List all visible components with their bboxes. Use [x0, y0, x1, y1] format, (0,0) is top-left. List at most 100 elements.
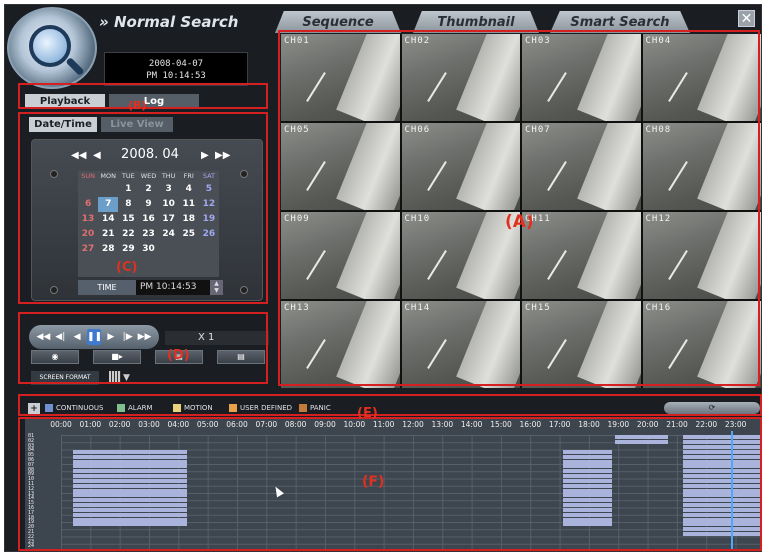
- recording-segment[interactable]: [682, 440, 761, 445]
- calendar-day[interactable]: 5: [199, 182, 219, 197]
- channel-cell[interactable]: CH07: [522, 123, 641, 210]
- channel-cell[interactable]: CH16: [642, 301, 761, 388]
- calendar-day[interactable]: 4: [179, 182, 199, 197]
- grid-layout-icon[interactable]: [109, 371, 121, 384]
- recording-segment[interactable]: [682, 454, 761, 459]
- calendar-day[interactable]: 1: [118, 182, 138, 197]
- recording-segment[interactable]: [682, 512, 761, 517]
- calendar-day[interactable]: 7: [98, 197, 119, 212]
- calendar-day[interactable]: 23: [138, 227, 158, 242]
- recording-segment[interactable]: [562, 498, 613, 503]
- tab-playback[interactable]: Playback: [25, 94, 105, 109]
- channel-cell[interactable]: CH02: [401, 34, 520, 121]
- calendar-day[interactable]: 11: [179, 197, 199, 212]
- recording-segment[interactable]: [562, 449, 613, 454]
- rewind-icon[interactable]: ◀: [70, 329, 84, 345]
- channel-cell[interactable]: CH15: [522, 301, 641, 388]
- recording-segment[interactable]: [615, 440, 669, 445]
- channel-cell[interactable]: CH04: [642, 34, 761, 121]
- close-button[interactable]: ✕: [738, 10, 755, 27]
- step-forward-icon[interactable]: |▶: [121, 329, 135, 345]
- tab-log[interactable]: Log: [109, 94, 199, 109]
- refresh-button[interactable]: ⟳: [664, 402, 760, 414]
- legend-item[interactable]: USER DEFINED: [229, 400, 292, 416]
- recording-segment[interactable]: [682, 507, 761, 512]
- calendar-day[interactable]: 19: [199, 212, 219, 227]
- tab-thumbnail[interactable]: Thumbnail: [413, 11, 539, 33]
- calendar-day[interactable]: 30: [138, 242, 158, 257]
- recording-segment[interactable]: [562, 522, 613, 527]
- prev-month-icon[interactable]: ◀: [93, 149, 101, 163]
- calendar-day[interactable]: 9: [138, 197, 158, 212]
- calendar-day[interactable]: 2: [138, 182, 158, 197]
- legend-item[interactable]: CONTINUOUS: [45, 400, 103, 416]
- recording-segment[interactable]: [562, 459, 613, 464]
- recording-segment[interactable]: [682, 464, 761, 469]
- recording-segment[interactable]: [562, 512, 613, 517]
- play-icon[interactable]: ▶: [104, 329, 118, 345]
- pause-icon[interactable]: ❚❚: [86, 329, 102, 345]
- channel-cell[interactable]: CH13: [281, 301, 400, 388]
- recording-segment[interactable]: [615, 435, 669, 440]
- last-month-icon[interactable]: ▶▶: [215, 149, 230, 163]
- calendar-day[interactable]: 28: [98, 242, 118, 257]
- recording-segment[interactable]: [562, 488, 613, 493]
- step-back-icon[interactable]: ◀|: [53, 329, 67, 345]
- calendar-day[interactable]: 14: [98, 212, 118, 227]
- calendar-day[interactable]: 6: [78, 197, 98, 212]
- recording-segment[interactable]: [562, 464, 613, 469]
- calendar-day[interactable]: 21: [98, 227, 118, 242]
- time-input[interactable]: PM 10:14:53: [136, 280, 210, 295]
- calendar-day[interactable]: 8: [118, 197, 138, 212]
- calendar-day[interactable]: 16: [138, 212, 158, 227]
- legend-item[interactable]: ALARM: [117, 400, 153, 416]
- calendar-day[interactable]: 22: [118, 227, 138, 242]
- calendar-day[interactable]: 18: [179, 212, 199, 227]
- calendar-day[interactable]: 15: [118, 212, 138, 227]
- channel-cell[interactable]: CH10: [401, 212, 520, 299]
- recording-segment[interactable]: [72, 483, 188, 488]
- timeline-tracks[interactable]: [61, 435, 761, 551]
- time-spinner[interactable]: ▲ ▼: [210, 280, 223, 295]
- export-button[interactable]: ■▸: [93, 350, 141, 364]
- recording-segment[interactable]: [682, 522, 761, 527]
- calendar-day[interactable]: 27: [78, 242, 98, 257]
- calendar-day[interactable]: 3: [159, 182, 179, 197]
- recording-segment[interactable]: [562, 507, 613, 512]
- recording-segment[interactable]: [72, 517, 188, 522]
- recording-segment[interactable]: [72, 459, 188, 464]
- fast-forward-icon[interactable]: ▶▶: [137, 329, 152, 345]
- tab-smart-search[interactable]: Smart Search: [550, 11, 690, 33]
- recording-segment[interactable]: [682, 483, 761, 488]
- first-month-icon[interactable]: ◀◀: [71, 149, 86, 163]
- recording-segment[interactable]: [682, 498, 761, 503]
- recording-segment[interactable]: [682, 469, 761, 474]
- recording-segment[interactable]: [72, 503, 188, 508]
- recording-segment[interactable]: [72, 512, 188, 517]
- recording-segment[interactable]: [682, 527, 761, 532]
- recording-segment[interactable]: [682, 517, 761, 522]
- recording-segment[interactable]: [562, 454, 613, 459]
- recording-segment[interactable]: [72, 469, 188, 474]
- channel-cell[interactable]: CH01: [281, 34, 400, 121]
- recording-segment[interactable]: [682, 435, 761, 440]
- calendar-day[interactable]: 25: [179, 227, 199, 242]
- recording-segment[interactable]: [72, 454, 188, 459]
- channel-cell[interactable]: CH03: [522, 34, 641, 121]
- channel-cell[interactable]: CH09: [281, 212, 400, 299]
- calendar-day[interactable]: 29: [118, 242, 138, 257]
- calendar-day[interactable]: 26: [199, 227, 219, 242]
- recording-segment[interactable]: [72, 478, 188, 483]
- recording-segment[interactable]: [562, 469, 613, 474]
- calendar-day[interactable]: 13: [78, 212, 98, 227]
- recording-segment[interactable]: [682, 459, 761, 464]
- recording-segment[interactable]: [682, 488, 761, 493]
- speed-selector[interactable]: X 1: [165, 331, 269, 345]
- channel-cell[interactable]: CH12: [642, 212, 761, 299]
- recording-segment[interactable]: [562, 478, 613, 483]
- recording-segment[interactable]: [72, 464, 188, 469]
- timeline-cursor[interactable]: [731, 431, 733, 551]
- recording-segment[interactable]: [682, 474, 761, 479]
- channel-cell[interactable]: CH08: [642, 123, 761, 210]
- legend-item[interactable]: MOTION: [173, 400, 213, 416]
